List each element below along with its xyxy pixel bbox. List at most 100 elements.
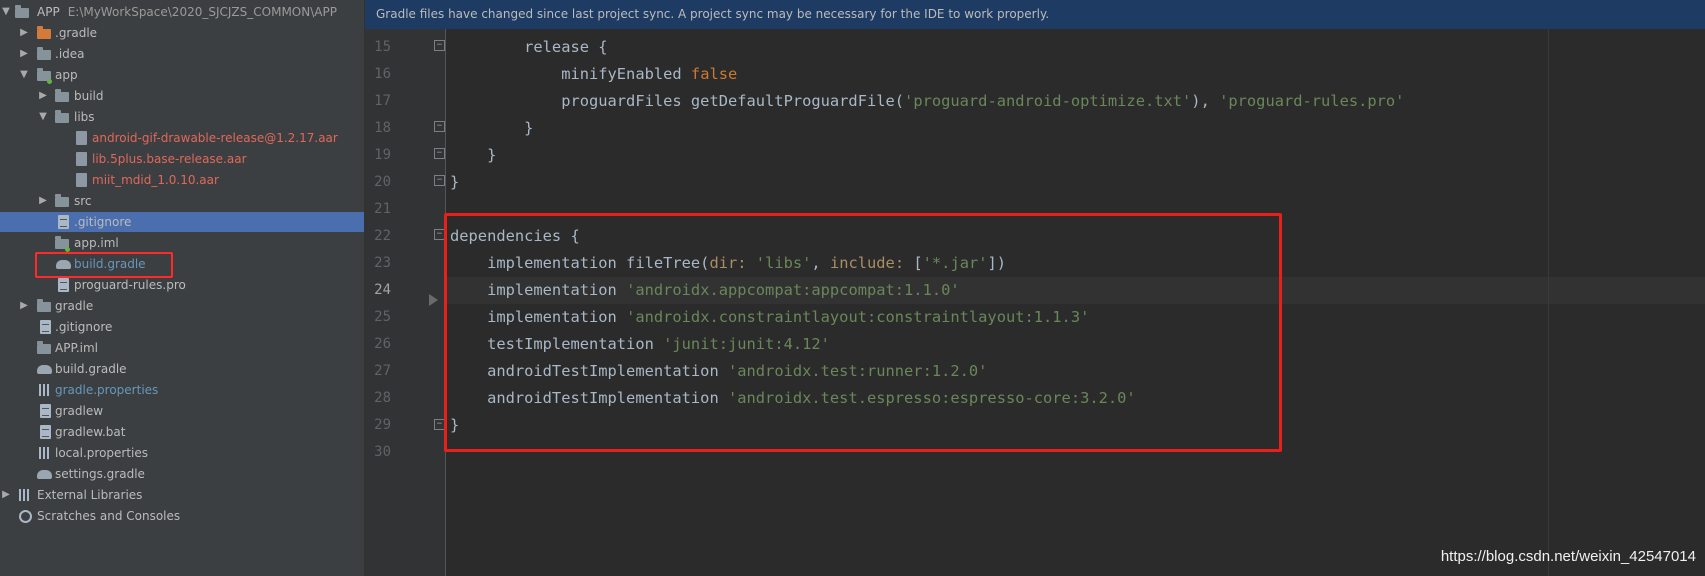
text-file-icon	[40, 320, 51, 334]
folder-icon	[37, 299, 51, 312]
tree-item-label: settings.gradle	[55, 467, 145, 481]
tree-item-app-iml-root[interactable]: APP.iml	[0, 338, 364, 358]
folder-icon	[55, 89, 69, 102]
chevron-right-icon[interactable]: ▶	[37, 86, 49, 106]
code-token: release {	[450, 38, 608, 56]
archive-file-icon	[76, 173, 87, 187]
line-number: 22	[374, 228, 391, 244]
tree-item-app-iml[interactable]: app.iml	[0, 233, 364, 253]
code-line[interactable]: }	[450, 169, 459, 196]
gutter-marker-icon[interactable]	[429, 294, 438, 306]
line-number: 30	[374, 444, 391, 460]
scratches-icon	[19, 510, 32, 523]
gradle-icon	[37, 365, 52, 374]
line-number: 16	[374, 66, 391, 82]
code-line[interactable]: release {	[450, 34, 608, 61]
code-line[interactable]: minifyEnabled false	[450, 61, 737, 88]
chevron-right-icon[interactable]: ▶	[0, 485, 12, 505]
tree-item-label: .gradle	[55, 26, 98, 40]
tree-item-app-gitignore[interactable]: .gitignore	[0, 212, 364, 232]
tree-item-aar-miit[interactable]: miit_mdid_1.0.10.aar	[0, 170, 364, 190]
tree-item-build[interactable]: ▶ build	[0, 86, 364, 106]
tree-item-gradlew-bat[interactable]: gradlew.bat	[0, 422, 364, 442]
tree-item-label: .gitignore	[55, 320, 113, 334]
code-token: }	[450, 119, 534, 137]
chevron-right-icon[interactable]: ▶	[37, 191, 49, 211]
tree-item-gradle-cache[interactable]: ▶ .gradle	[0, 23, 364, 43]
tree-item-label: app	[55, 68, 78, 82]
fold-toggle-icon[interactable]: −	[434, 175, 445, 186]
line-number: 23	[374, 255, 391, 271]
gradle-sync-notification[interactable]: Gradle files have changed since last pro…	[365, 0, 1705, 29]
tree-item-root-build-gradle[interactable]: build.gradle	[0, 359, 364, 379]
folder-icon	[37, 26, 51, 39]
tree-item-external-libraries[interactable]: ▶ External Libraries	[0, 485, 364, 505]
tree-item-label: gradle	[55, 299, 94, 313]
text-file-icon	[40, 425, 51, 439]
library-icon	[19, 489, 31, 501]
tree-root[interactable]: ▼ APP E:\MyWorkSpace\2020_SJCJZS_COMMON\A…	[0, 2, 364, 22]
tree-item-gradlew[interactable]: gradlew	[0, 401, 364, 421]
tree-item-gradle-properties[interactable]: gradle.properties	[0, 380, 364, 400]
tree-item-idea[interactable]: ▶ .idea	[0, 44, 364, 64]
chevron-down-icon[interactable]: ▼	[37, 107, 49, 127]
watermark: https://blog.csdn.net/weixin_42547014	[1440, 548, 1696, 565]
line-number: 25	[374, 309, 391, 325]
tree-item-label: .gitignore	[74, 215, 132, 229]
module-folder-icon	[15, 5, 29, 18]
chevron-right-icon[interactable]: ▶	[18, 296, 30, 316]
module-file-icon	[55, 236, 70, 252]
tree-item-scratches[interactable]: Scratches and Consoles	[0, 506, 364, 526]
archive-file-icon	[76, 152, 87, 166]
properties-file-icon	[39, 447, 51, 459]
tree-item-root-gitignore[interactable]: .gitignore	[0, 317, 364, 337]
tree-item-libs[interactable]: ▼ libs	[0, 107, 364, 127]
module-folder-icon	[37, 68, 52, 84]
tree-item-label: APP.iml	[55, 341, 98, 355]
code-token: ),	[1191, 92, 1220, 110]
tree-item-label: lib.5plus.base-release.aar	[92, 152, 247, 166]
code-line[interactable]: proguardFiles getDefaultProguardFile('pr…	[450, 88, 1404, 115]
tree-item-local-properties[interactable]: local.properties	[0, 443, 364, 463]
tree-item-label: local.properties	[55, 446, 149, 460]
gradle-icon	[37, 470, 52, 479]
tree-item-label: proguard-rules.pro	[74, 278, 186, 292]
archive-file-icon	[76, 131, 87, 145]
chevron-right-icon[interactable]: ▶	[18, 23, 30, 43]
tree-item-label: build	[74, 89, 104, 103]
tree-item-aar-gif[interactable]: android-gif-drawable-release@1.2.17.aar	[0, 128, 364, 148]
tree-item-src[interactable]: ▶ src	[0, 191, 364, 211]
line-number: 26	[374, 336, 391, 352]
code-line[interactable]: }	[450, 142, 496, 169]
fold-toggle-icon[interactable]: −	[434, 121, 445, 132]
fold-toggle-icon[interactable]: −	[434, 40, 445, 51]
module-file-icon	[37, 341, 51, 354]
fold-toggle-icon[interactable]: −	[434, 148, 445, 159]
line-number: 17	[374, 93, 391, 109]
tree-item-app[interactable]: ▼ app	[0, 65, 364, 85]
tree-item-label: gradlew.bat	[55, 425, 126, 439]
code-line[interactable]: }	[450, 115, 533, 142]
tree-item-aar-5plus[interactable]: lib.5plus.base-release.aar	[0, 149, 364, 169]
text-file-icon	[58, 215, 69, 229]
code-token: }	[450, 173, 460, 191]
tree-item-label: Scratches and Consoles	[37, 509, 181, 523]
chevron-down-icon[interactable]: ▼	[18, 65, 30, 85]
tree-item-label: gradle.properties	[55, 383, 159, 397]
chevron-right-icon[interactable]: ▶	[18, 44, 30, 64]
folder-icon	[55, 110, 69, 123]
highlight-box-dependencies	[444, 213, 1282, 452]
code-token: 'proguard-rules.pro'	[1219, 92, 1405, 110]
tree-item-proguard[interactable]: proguard-rules.pro	[0, 275, 364, 295]
tree-item-label: External Libraries	[37, 488, 143, 502]
tree-item-label: build.gradle	[55, 362, 127, 376]
line-number: 29	[374, 417, 391, 433]
tree-item-gradle-folder[interactable]: ▶ gradle	[0, 296, 364, 316]
chevron-down-icon[interactable]: ▼	[0, 2, 12, 22]
code-token: false	[690, 65, 738, 83]
tree-item-label: app.iml	[74, 236, 119, 250]
properties-file-icon	[39, 384, 51, 396]
tree-item-settings-gradle[interactable]: settings.gradle	[0, 464, 364, 484]
tree-root-path: E:\MyWorkSpace\2020_SJCJZS_COMMON\APP	[67, 5, 337, 19]
project-tool-window: ▼ APP E:\MyWorkSpace\2020_SJCJZS_COMMON\A…	[0, 0, 365, 576]
